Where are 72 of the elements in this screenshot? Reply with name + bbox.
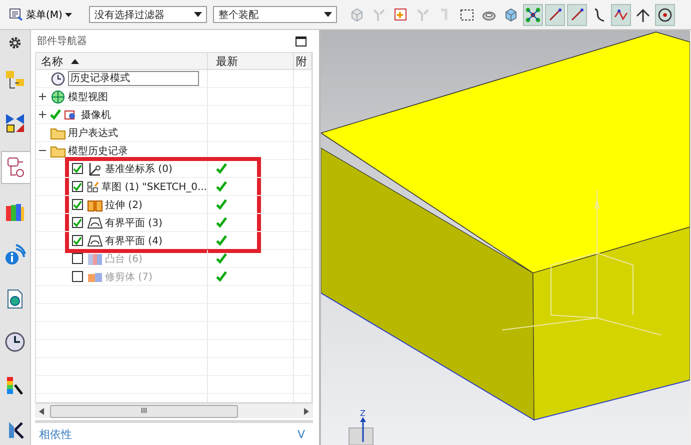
dependency-panel-header[interactable]: 相依性 V — [35, 420, 313, 445]
axes-icon — [87, 162, 103, 176]
globe-icon — [50, 90, 66, 104]
sort-ascending-icon — [71, 58, 79, 64]
constraint-icon — [4, 112, 26, 134]
tree-item[interactable]: 草图 (1) "SKETCH_0... — [102, 180, 207, 194]
column-header[interactable]: 名称 — [36, 53, 208, 70]
tree-item[interactable]: 用户表达式 — [68, 126, 118, 140]
column-header[interactable]: 最新 — [208, 53, 294, 70]
cube-icon — [349, 6, 366, 22]
cube-icon — [503, 6, 520, 22]
settings-icon[interactable] — [8, 36, 22, 50]
fork-icon — [371, 6, 388, 22]
toolbar-button[interactable] — [567, 4, 588, 26]
caret-icon — [324, 12, 332, 17]
sketch-icon — [87, 180, 100, 194]
folder-icon — [50, 144, 66, 158]
navigator-title: 部件导航器 — [37, 34, 87, 48]
checkbox[interactable] — [72, 163, 83, 174]
filter-dropdown[interactable]: 没有选择过滤器 — [89, 6, 208, 23]
axis-triad-icon — [348, 417, 374, 445]
tree-item[interactable]: 摄像机 — [81, 108, 111, 122]
3d-viewport[interactable]: Z — [321, 30, 691, 445]
tree-item[interactable]: 基准坐标系 (0) — [105, 162, 172, 176]
expand-icon[interactable] — [39, 93, 46, 100]
grid-points-icon — [525, 6, 542, 22]
tree-item[interactable]: 模型视图 — [68, 90, 108, 104]
history-tree-icon — [4, 156, 26, 178]
z-axis-label: Z — [360, 409, 366, 418]
column-header[interactable]: 附 — [294, 53, 312, 70]
selection-rectangle-icon — [459, 6, 476, 22]
chevron-toggle[interactable]: V — [297, 428, 305, 440]
checkbox[interactable] — [72, 235, 83, 246]
add-icon — [393, 6, 410, 22]
scroll-right-icon[interactable] — [304, 408, 309, 414]
collapse-icon[interactable] — [39, 147, 46, 154]
clock-icon — [50, 72, 66, 86]
plane-icon — [87, 234, 103, 248]
tree-item[interactable]: 拉伸 (2) — [105, 198, 142, 212]
tree-item[interactable]: 有界平面 (3) — [105, 216, 162, 230]
sidebar-tab[interactable] — [0, 150, 30, 184]
book-icon — [87, 252, 103, 266]
maximize-icon[interactable] — [295, 36, 307, 46]
scroll-left-icon[interactable] — [39, 408, 44, 414]
fork-icon — [415, 6, 432, 22]
target-icon — [657, 6, 674, 22]
menu-icon — [9, 8, 23, 21]
parts-tree-icon — [4, 68, 26, 90]
caret-icon — [194, 12, 202, 17]
menu-button[interactable]: 菜单(M) — [6, 6, 76, 24]
panel-title: 相依性 — [39, 426, 72, 442]
zigzag-icon — [613, 6, 630, 22]
expand-icon[interactable] — [39, 111, 46, 118]
plane-icon — [87, 216, 103, 230]
filter-dropdown[interactable]: 整个装配 — [213, 6, 338, 23]
book-icon — [87, 198, 103, 212]
clock-icon — [4, 331, 26, 354]
tree-item[interactable]: 历史记录模式 — [68, 71, 199, 86]
toolbar-button[interactable] — [655, 4, 676, 26]
checkbox[interactable] — [72, 181, 83, 192]
tree-item[interactable]: 有界平面 (4) — [105, 234, 162, 248]
checkbox[interactable] — [72, 217, 83, 228]
toolbar-button[interactable] — [545, 4, 566, 26]
tree-item[interactable]: 模型历史记录 — [68, 144, 128, 158]
caret-icon — [65, 12, 72, 16]
line-icon — [547, 6, 564, 22]
toolbar-button[interactable] — [523, 4, 544, 26]
info-icon — [4, 244, 26, 266]
checkbox[interactable] — [72, 199, 83, 210]
folder-icon — [50, 126, 66, 140]
color-palette-icon — [4, 374, 26, 397]
line-icon — [569, 6, 586, 22]
